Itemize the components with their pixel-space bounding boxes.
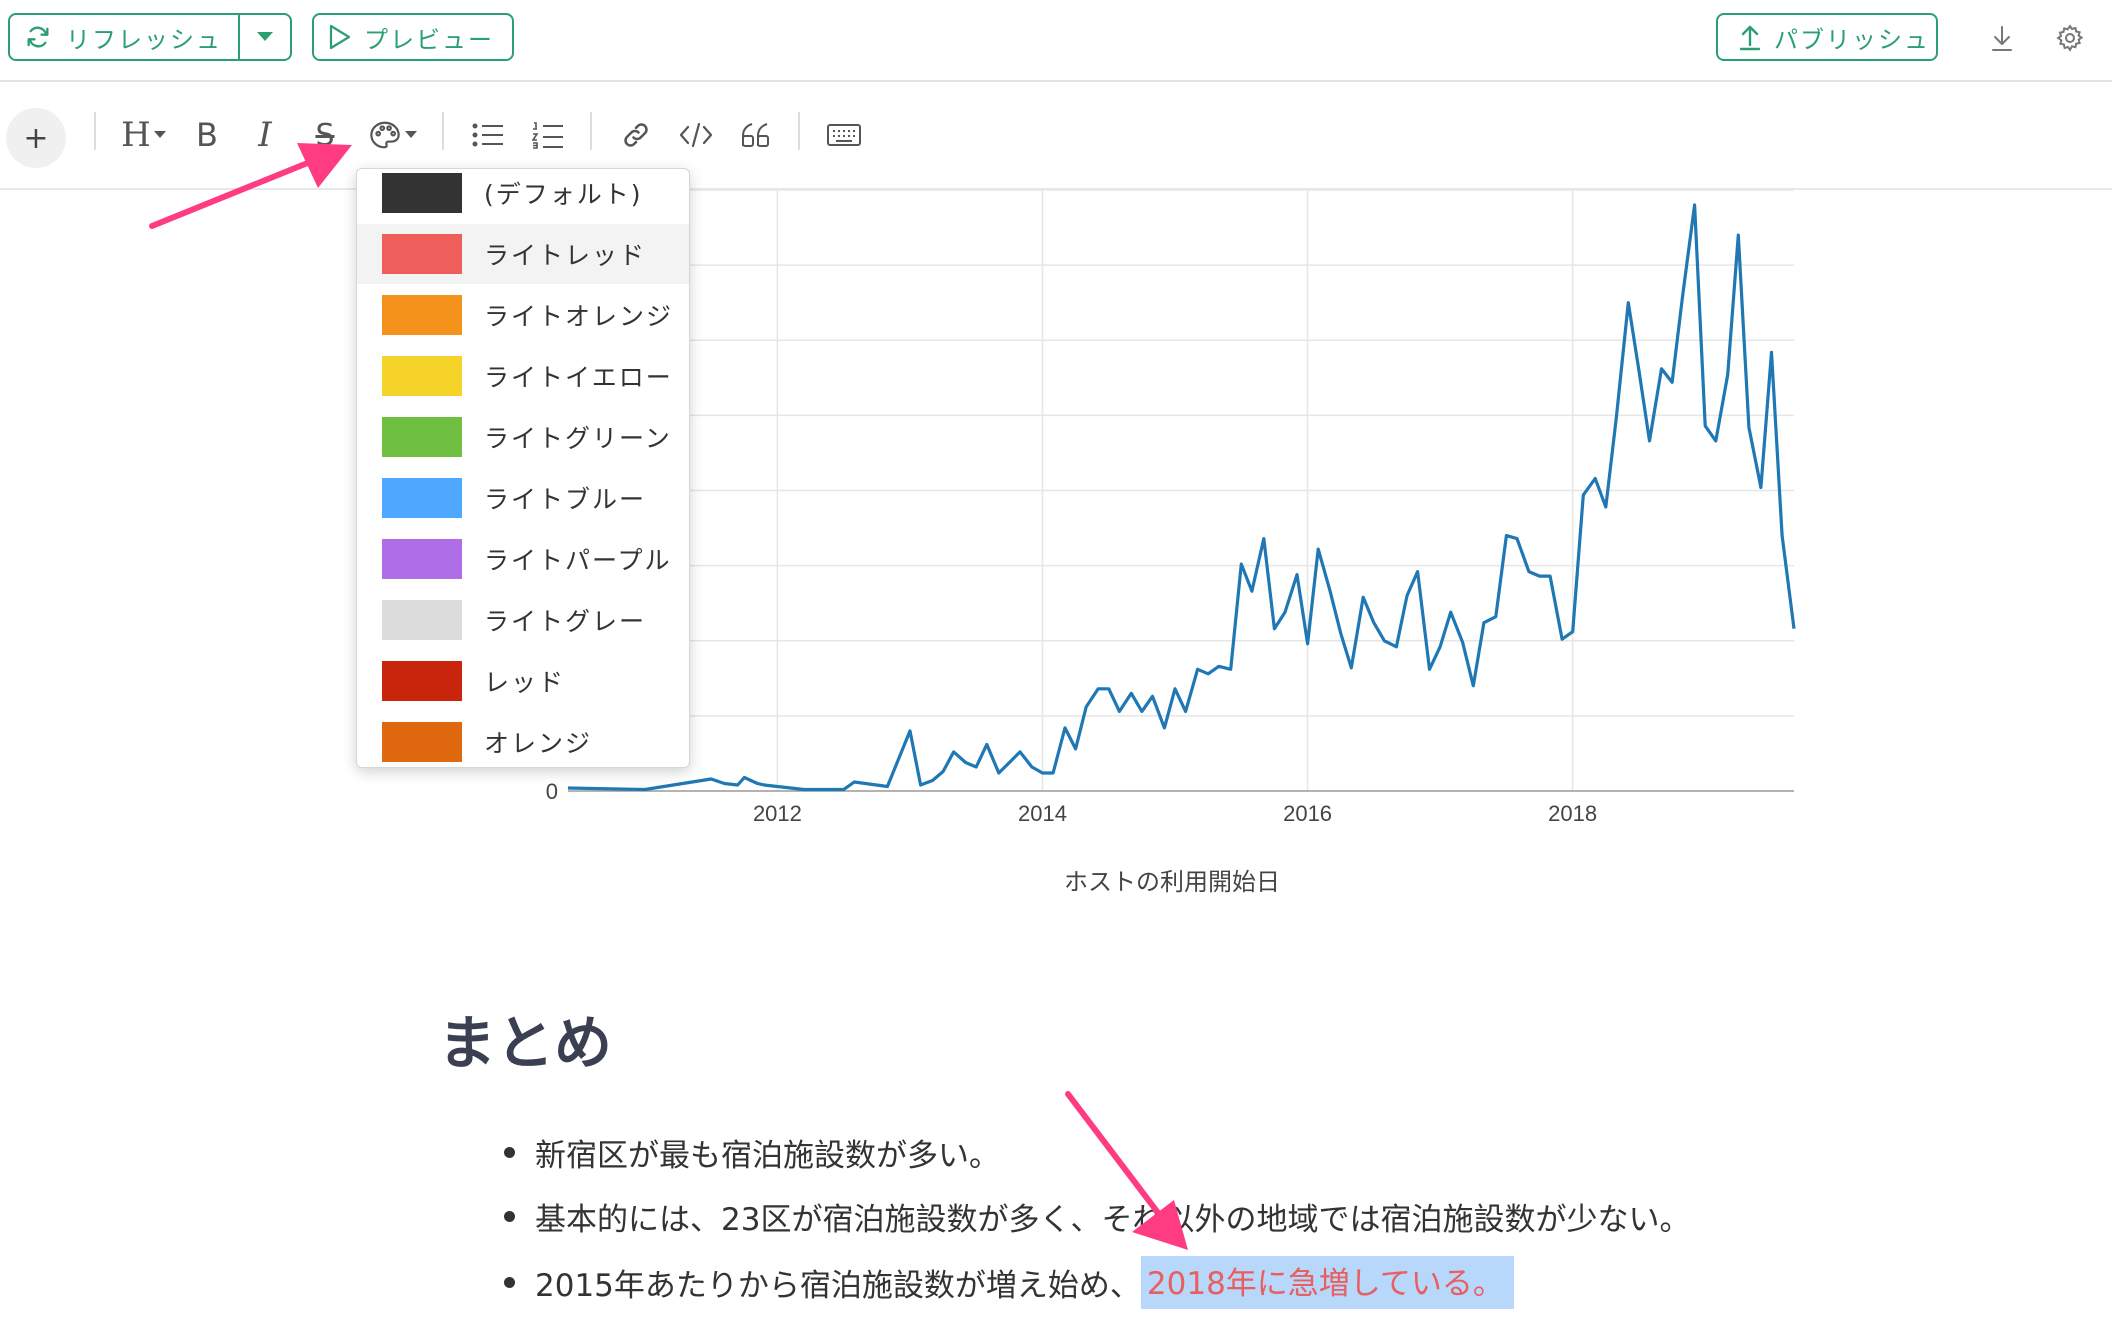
bold-icon: B xyxy=(196,116,218,154)
text-color-button[interactable] xyxy=(366,112,420,158)
bold-button[interactable]: B xyxy=(190,112,224,158)
publish-label: パブリッシュ xyxy=(1774,25,1930,54)
color-option-label: ライトパープル xyxy=(484,546,672,575)
italic-icon: I xyxy=(258,115,272,155)
color-swatch xyxy=(382,478,462,518)
strikethrough-icon: S xyxy=(315,117,335,153)
refresh-icon xyxy=(27,26,49,48)
preview-button[interactable]: プレビュー xyxy=(312,13,514,61)
toolbar-separator xyxy=(442,112,444,150)
y-tick-label: 0 xyxy=(546,779,558,804)
settings-button[interactable] xyxy=(2050,18,2090,58)
quote-icon xyxy=(742,123,769,147)
color-option-label: ライトオレンジ xyxy=(484,302,674,331)
color-swatch xyxy=(382,234,462,274)
x-tick-label: 2012 xyxy=(753,801,802,826)
format-toolbar: + H B I S xyxy=(0,82,2112,190)
bullet-list-icon xyxy=(472,123,503,147)
plus-icon: + xyxy=(23,120,49,156)
selected-highlighted-text[interactable]: 2018年に急増している。 xyxy=(1140,1256,1514,1309)
color-option[interactable]: オレンジ xyxy=(357,712,689,767)
color-option-label: ライトイエロー xyxy=(484,363,673,392)
caret-down-icon xyxy=(405,131,417,138)
numbered-list-icon xyxy=(532,122,563,149)
italic-button[interactable]: I xyxy=(250,112,280,158)
color-swatch xyxy=(382,356,462,396)
upload-icon xyxy=(1739,25,1761,51)
gear-icon xyxy=(2056,24,2084,52)
list-item[interactable]: 2015年あたりから宿泊施設数が増え始め、 2018年に急増している。 xyxy=(504,1256,1514,1309)
series-line xyxy=(567,203,1796,792)
color-option[interactable]: レッド xyxy=(357,651,689,711)
color-option[interactable]: ライトグレー xyxy=(357,590,689,650)
list-item[interactable]: 基本的には、23区が宿泊施設数が多く、それ以外の地域では宿泊施設数が少ない。 xyxy=(504,1194,1690,1239)
toolbar-separator xyxy=(94,112,96,150)
bullet-dot xyxy=(504,1147,515,1158)
color-swatch xyxy=(382,539,462,579)
color-option-label: レッド xyxy=(484,668,566,697)
list-item-text: 新宿区が最も宿泊施設数が多い。 xyxy=(535,1138,1000,1174)
refresh-label: リフレッシュ xyxy=(66,25,222,54)
text-color-menu: (デフォルト) ライトレッド ライトオレンジ ライトイエロー ライトグリーン ライトブルー… xyxy=(356,168,690,768)
download-button[interactable] xyxy=(1982,18,2022,58)
list-item-text: 基本的には、23区が宿泊施設数が多く、それ以外の地域では宿泊施設数が少ない。 xyxy=(535,1202,1691,1238)
caret-down-icon xyxy=(257,32,273,41)
play-icon xyxy=(329,24,351,50)
refresh-dropdown-toggle[interactable] xyxy=(238,15,290,59)
color-option[interactable]: ライトパープル xyxy=(357,529,689,589)
line-chart: 2012 2014 2016 2018 0 xyxy=(546,190,1796,826)
caret-down-icon xyxy=(153,131,166,138)
color-option[interactable]: ライトグリーン xyxy=(357,407,689,467)
color-option-label: ライトレッド xyxy=(484,241,647,270)
color-swatch xyxy=(382,722,462,762)
code-icon xyxy=(679,122,713,148)
bullet-list-button[interactable] xyxy=(470,112,506,158)
x-axis-title: ホストの利用開始日 xyxy=(1064,868,1280,896)
preview-label: プレビュー xyxy=(364,25,494,54)
code-button[interactable] xyxy=(676,112,716,158)
x-axis-ticks: 2012 2014 2016 2018 xyxy=(753,801,1597,826)
download-icon xyxy=(1992,26,2012,51)
publish-button[interactable]: パブリッシュ xyxy=(1716,13,1938,61)
link-icon xyxy=(624,123,648,147)
palette-icon xyxy=(370,121,400,149)
heading-button[interactable]: H xyxy=(118,112,170,158)
section-heading: まとめ xyxy=(438,1009,613,1077)
strikethrough-button[interactable]: S xyxy=(308,112,342,158)
bullet-dot xyxy=(504,1277,515,1288)
toolbar-separator xyxy=(590,112,592,150)
y-axis-ticks: 0 xyxy=(546,779,558,804)
bullet-dot xyxy=(504,1211,515,1222)
list-item-text: 2015年あたりから宿泊施設数が増え始め、 xyxy=(535,1268,1141,1304)
color-option[interactable]: ライトブルー xyxy=(357,468,689,528)
color-swatch xyxy=(382,173,462,213)
top-bar: リフレッシュ プレビュー パブリッシュ xyxy=(0,0,2112,82)
color-option-label: オレンジ xyxy=(484,729,593,758)
toolbar-separator xyxy=(798,112,800,150)
keyboard-shortcuts-button[interactable] xyxy=(824,112,864,158)
quote-button[interactable] xyxy=(738,112,774,158)
color-swatch xyxy=(382,295,462,335)
link-button[interactable] xyxy=(618,112,654,158)
add-block-button[interactable]: + xyxy=(6,108,66,168)
refresh-button[interactable]: リフレッシュ xyxy=(8,13,292,61)
x-tick-label: 2014 xyxy=(1018,801,1067,826)
heading-icon: H xyxy=(121,115,151,155)
color-option-label: ライトブルー xyxy=(484,485,647,514)
color-option[interactable]: ライトレッド xyxy=(357,224,689,284)
color-option[interactable]: ライトオレンジ xyxy=(357,285,689,345)
color-option-label: ライトグリーン xyxy=(484,424,672,453)
x-tick-label: 2016 xyxy=(1283,801,1332,826)
keyboard-icon xyxy=(827,124,861,146)
color-option-label: ライトグレー xyxy=(484,607,647,636)
color-swatch xyxy=(382,600,462,640)
numbered-list-button[interactable] xyxy=(530,112,566,158)
color-swatch xyxy=(382,417,462,457)
color-swatch xyxy=(382,661,462,701)
list-item[interactable]: 新宿区が最も宿泊施設数が多い。 xyxy=(504,1130,1000,1175)
color-option-label: (デフォルト) xyxy=(484,180,643,209)
x-tick-label: 2018 xyxy=(1548,801,1597,826)
color-option[interactable]: (デフォルト) xyxy=(357,169,689,223)
color-option[interactable]: ライトイエロー xyxy=(357,346,689,406)
